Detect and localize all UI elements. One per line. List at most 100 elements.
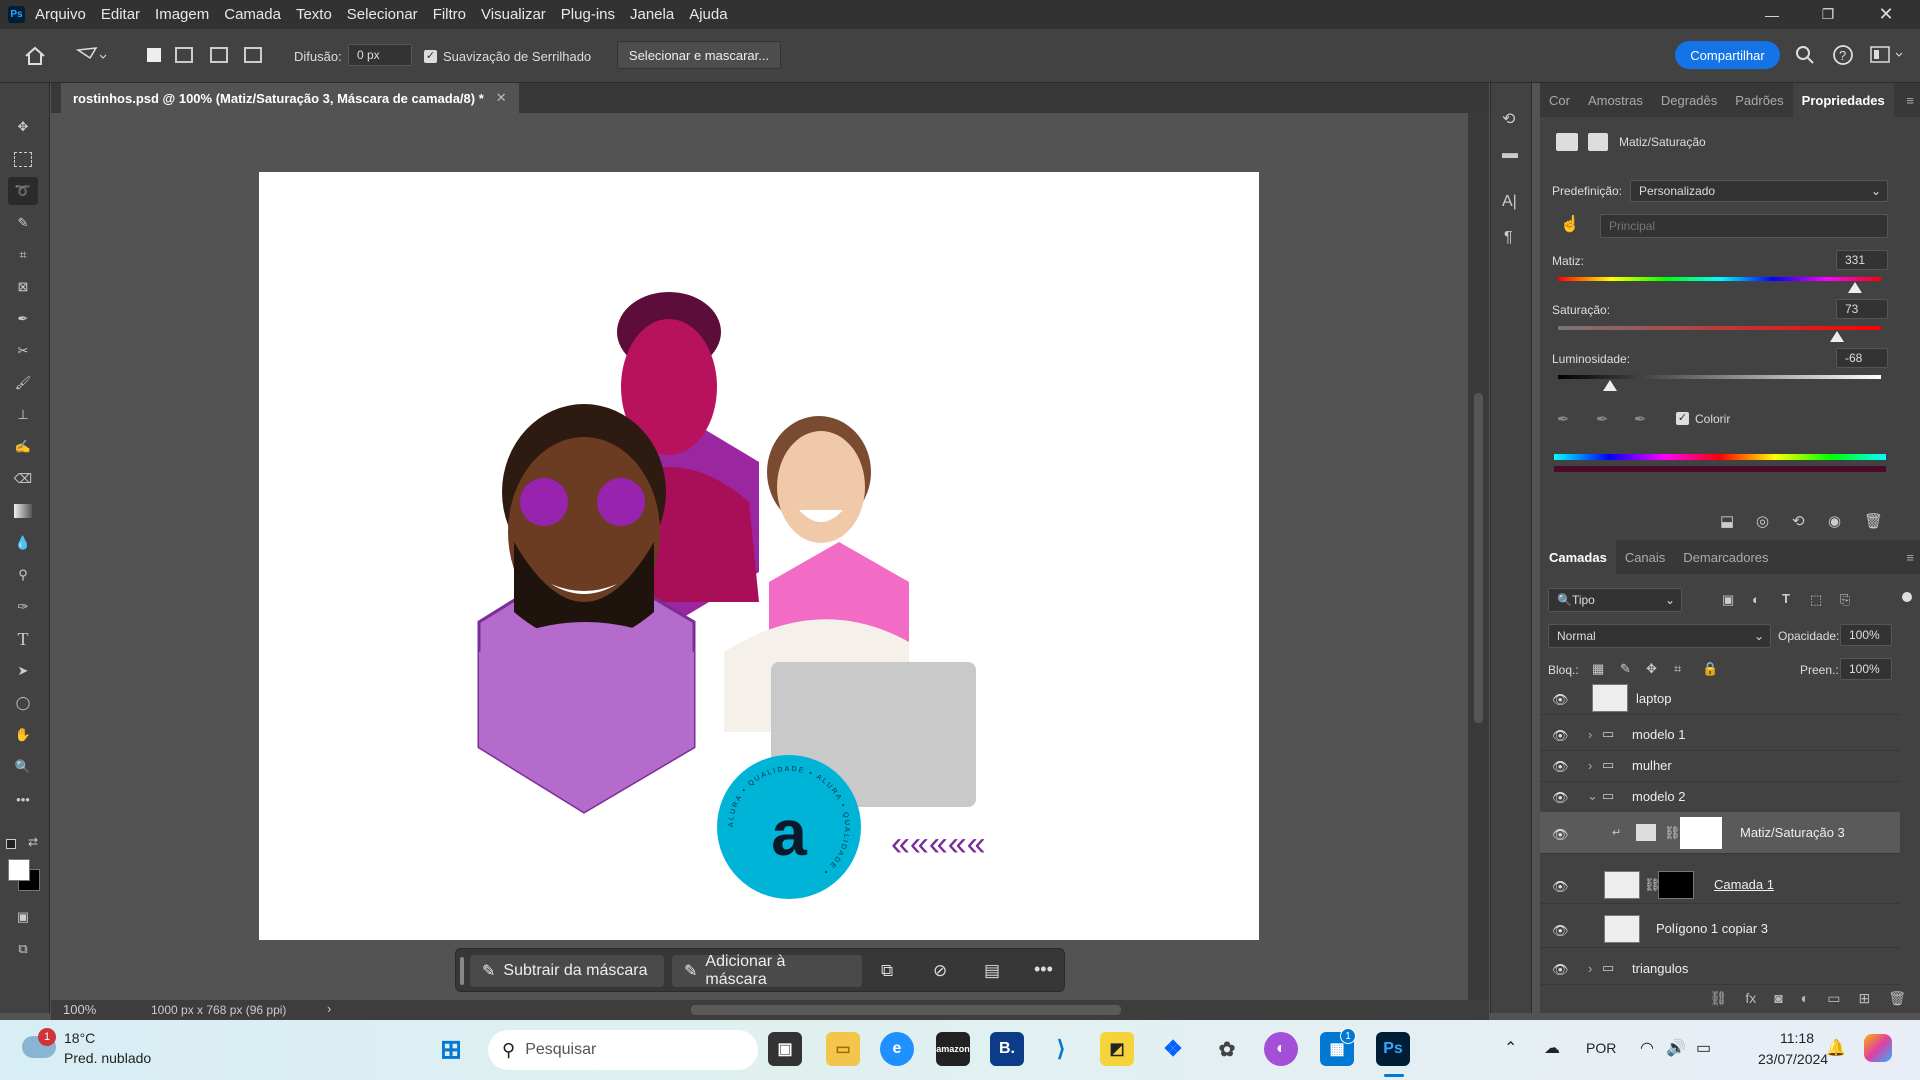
comments-icon[interactable]: ▬ [1502,145,1518,163]
filter-type-icon[interactable]: T [1782,591,1790,606]
saturation-slider-thumb[interactable] [1830,331,1845,342]
chevron-right-icon[interactable]: › [1588,727,1592,742]
share-button[interactable]: Compartilhar [1675,41,1780,69]
photoshop-taskbar-icon[interactable]: Ps [1376,1032,1410,1066]
layer-row[interactable]: 👁 Polígono 1 copiar 3 [1540,910,1900,948]
tab-canais[interactable]: Canais [1616,540,1674,574]
opacity-input[interactable]: 100% [1840,624,1892,646]
menu-imagem[interactable]: Imagem [155,6,209,23]
saturation-input[interactable]: 73 [1836,299,1888,319]
vertical-scrollbar[interactable] [1468,113,1489,1000]
status-arrow-icon[interactable]: › [327,1001,331,1016]
select-and-mask-button[interactable]: Selecionar e mascarar... [617,41,781,69]
copilot-icon[interactable] [1864,1034,1892,1062]
start-icon[interactable]: ⊞ [434,1032,468,1066]
mask-invert-icon[interactable]: ⧉ [881,961,893,981]
layer-row[interactable]: 👁 › ▭ modelo 1 [1540,718,1900,751]
menu-editar[interactable]: Editar [101,6,140,23]
view-previous-icon[interactable]: ◎ [1756,512,1769,530]
tab-amostras[interactable]: Amostras [1579,83,1652,117]
tab-demarcadores[interactable]: Demarcadores [1674,540,1777,574]
restore-icon[interactable]: ❐ [1800,0,1856,29]
blend-mode-select[interactable]: Normal ⌄ [1548,624,1771,648]
dropbox-icon[interactable]: ❖ [1156,1032,1190,1066]
lasso-tool-icon[interactable]: ➰ [8,177,38,205]
fx-icon[interactable]: fx [1745,990,1756,1016]
screen-mode-icon[interactable]: ⧉ [8,935,38,963]
channel-select[interactable]: Principal [1600,214,1888,238]
mask-disable-icon[interactable]: ⊘ [933,961,947,981]
layer-row-selected[interactable]: 👁 ↵ ⛓ Matiz/Saturação 3 [1540,812,1900,854]
layer-row[interactable]: 👁 › ▭ triangulos [1540,952,1900,985]
visibility-eye-icon[interactable]: 👁 [1552,790,1570,805]
onedrive-icon[interactable]: ☁ [1544,1038,1560,1058]
menu-texto[interactable]: Texto [296,6,332,23]
visibility-eye-icon[interactable]: 👁 [1552,692,1570,707]
lock-position-icon[interactable]: ✥ [1646,661,1657,677]
volume-icon[interactable]: 🔊 [1666,1038,1686,1058]
crop-tool-icon[interactable]: ⌗ [8,241,38,269]
document-canvas[interactable]: ALURA • QUALIDADE • ALURA • QUALIDADE • … [259,172,1259,940]
history-icon[interactable]: ⟲ [1502,109,1515,129]
add-to-mask-button[interactable]: ✎ Adicionar à máscara [672,953,862,988]
more-options-icon[interactable]: ••• [1034,959,1053,980]
menu-janela[interactable]: Janela [630,6,674,23]
clone-stamp-icon[interactable]: ⊥ [8,401,38,429]
new-adjustment-icon[interactable]: ◐ [1801,990,1809,1016]
file-explorer-icon[interactable]: ▭ [826,1032,860,1066]
history-brush-icon[interactable]: ✍ [8,433,38,461]
lock-image-icon[interactable]: ✎ [1620,661,1631,677]
taskbar-search[interactable]: ⚲ Pesquisar [488,1030,758,1070]
add-selection-icon[interactable] [175,47,193,63]
type-tool-icon[interactable]: T [8,625,38,653]
quick-mask-icon[interactable]: ▣ [8,903,38,931]
visibility-eye-icon[interactable]: 👁 [1552,827,1570,842]
task-view-icon[interactable]: ▣ [768,1032,802,1066]
visibility-eye-icon[interactable]: 👁 [1552,879,1570,894]
amazon-icon[interactable]: amazon [936,1032,970,1066]
visibility-eye-icon[interactable]: 👁 [1552,923,1570,938]
mask-fill-icon[interactable]: ▤ [984,961,1000,981]
drag-handle[interactable] [460,957,464,985]
workspace-icon[interactable] [1870,46,1906,64]
link-icon[interactable]: ⛓ [1664,825,1681,841]
clock-date[interactable]: 23/07/2024 [1758,1051,1828,1067]
menu-visualizar[interactable]: Visualizar [481,6,546,23]
eyedropper-plus-icon[interactable]: ✒ [1596,410,1609,428]
horizontal-scroll-thumb[interactable] [691,1005,1121,1015]
new-selection-icon[interactable] [147,48,161,62]
booking-icon[interactable]: B. [990,1032,1024,1066]
subtract-from-mask-button[interactable]: ✎ Subtrair da máscara [470,955,664,987]
layer-filter-select[interactable]: 🔍 Tipo ⌄ [1548,588,1682,612]
character-icon[interactable]: A| [1502,193,1517,211]
layer-row[interactable]: 👁 laptop [1540,682,1900,715]
color-app-icon[interactable]: ◐ [1264,1032,1298,1066]
quick-selection-icon[interactable]: ✎ [8,209,38,237]
sticky-notes-icon[interactable]: ◩ [1100,1032,1134,1066]
layer-row[interactable]: 👁 ⛓ Camada 1 [1540,866,1900,904]
help-icon[interactable]: ? [1832,44,1854,66]
wifi-icon[interactable]: ◠ [1640,1038,1654,1058]
zoom-tool-icon[interactable]: 🔍 [8,753,38,781]
hue-slider-thumb[interactable] [1848,282,1863,293]
fill-input[interactable]: 100% [1840,658,1892,680]
menu-ajuda[interactable]: Ajuda [689,6,727,23]
filter-adjustment-icon[interactable]: ◐ [1752,592,1760,607]
eyedropper-icon[interactable]: ✒ [1557,410,1570,428]
difusao-input[interactable]: 0 px [348,44,412,66]
layers-menu-icon[interactable]: ≡ [1906,550,1914,565]
more-tools-icon[interactable]: ••• [8,785,38,813]
layer-row[interactable]: 👁 ⌄ ▭ modelo 2 [1540,780,1900,813]
chevron-down-icon[interactable]: ⌄ [1587,788,1598,804]
preset-select[interactable]: Personalizado ⌄ [1630,180,1888,202]
filter-smart-icon[interactable]: ⎘ [1840,592,1850,608]
lasso-tool-icon[interactable] [76,46,108,66]
minimize-icon[interactable]: — [1744,0,1800,29]
frame-tool-icon[interactable]: ⊠ [8,273,38,301]
mask-thumbnail[interactable] [1680,817,1722,849]
subtract-selection-icon[interactable] [210,47,228,63]
clip-to-layer-icon[interactable]: ⬓ [1720,512,1734,530]
menu-filtro[interactable]: Filtro [433,6,466,23]
close-icon[interactable]: ✕ [1858,0,1914,29]
close-tab-icon[interactable]: ✕ [496,90,507,106]
